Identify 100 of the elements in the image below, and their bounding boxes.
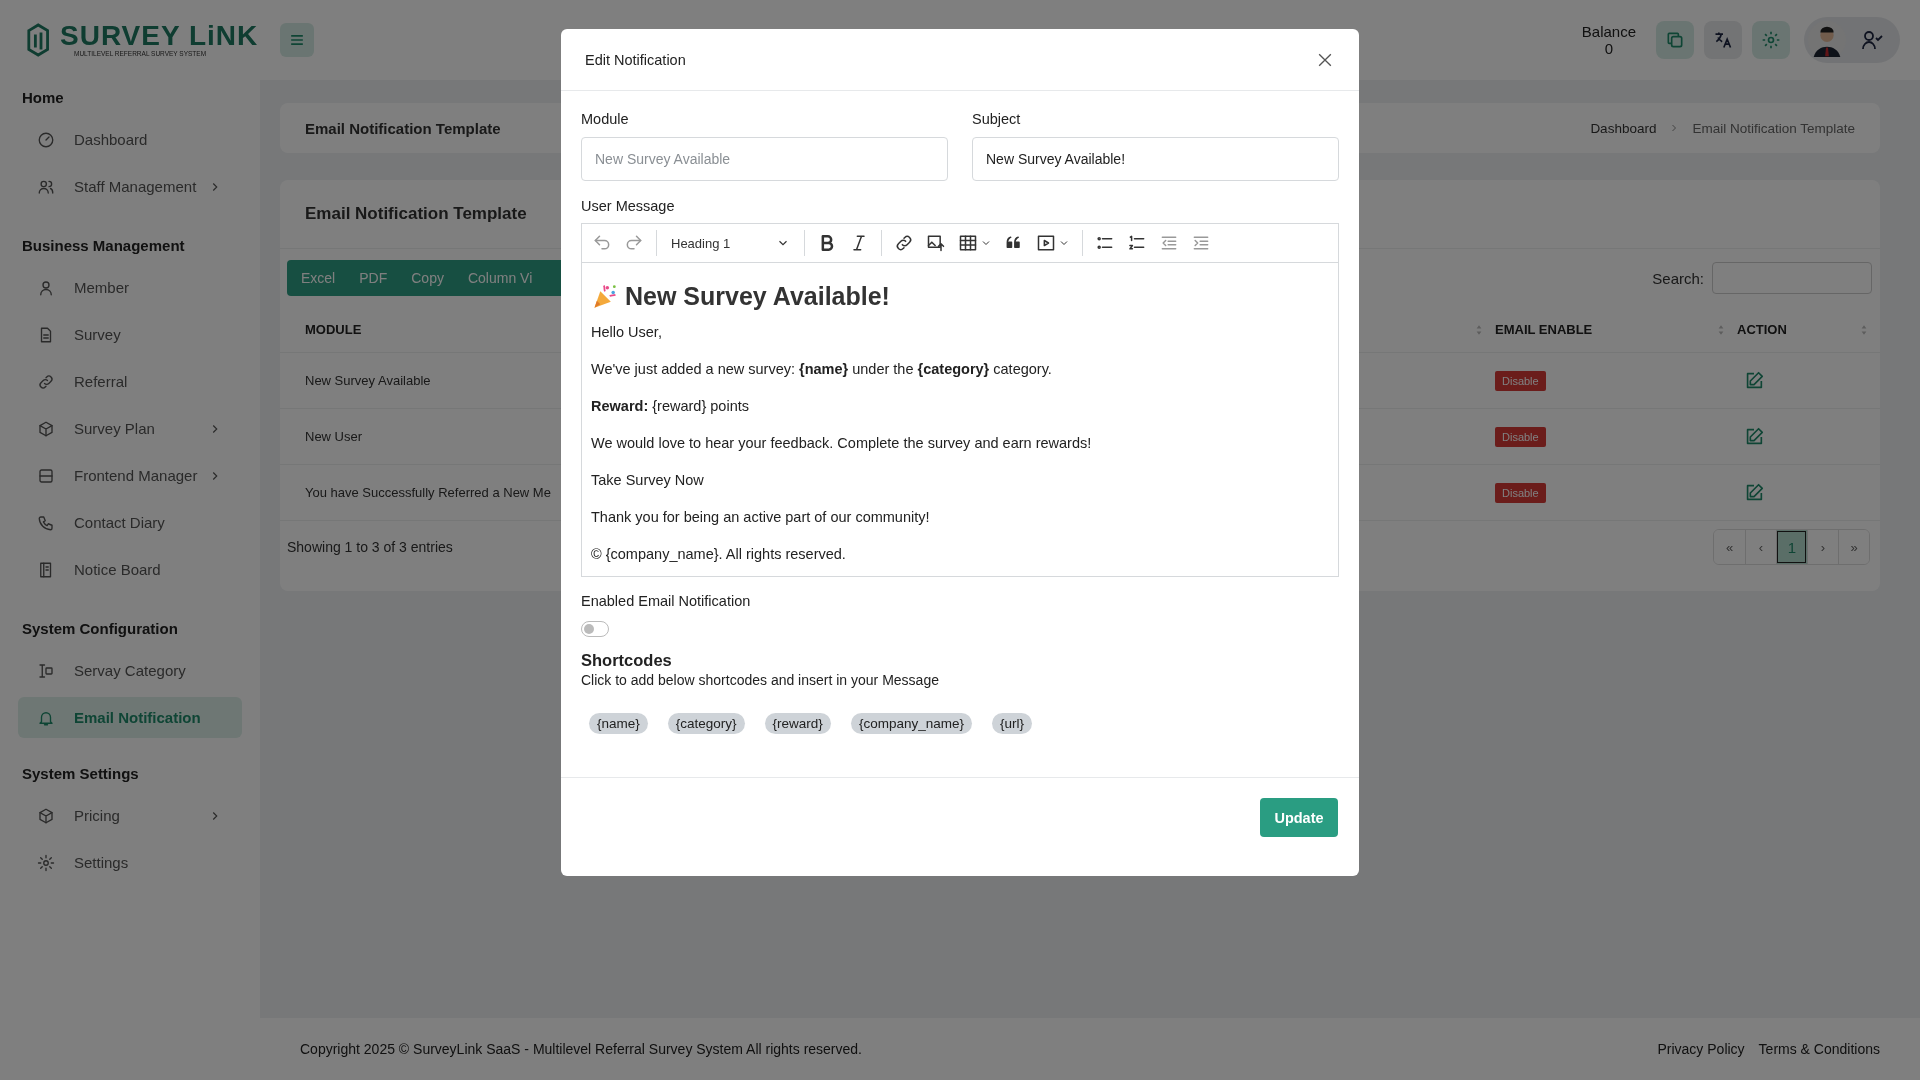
column-header[interactable]: EMAIL ENABLE (1495, 322, 1593, 337)
copy-button[interactable] (1656, 21, 1694, 59)
sidebar-label: Survey (74, 326, 122, 343)
image-upload-icon[interactable] (926, 233, 946, 253)
sidebar-item[interactable]: Settings (18, 839, 242, 886)
status-badge: Disable (1495, 482, 1546, 503)
editor-paragraph: We've just added a new survey: {name} under the {category} category. (591, 360, 1053, 379)
link-icon[interactable] (894, 233, 914, 253)
sidebar-label: Settings (74, 854, 130, 871)
section-heading: System Configuration (21, 619, 179, 639)
footer-link[interactable]: Terms & Conditions (1758, 1041, 1880, 1057)
search-field[interactable] (1712, 262, 1872, 294)
field-label: User Message (581, 198, 675, 214)
table-info: Showing 1 to 3 of 3 entries (287, 539, 453, 555)
settings-button[interactable] (1752, 21, 1790, 59)
copy-icon (1665, 30, 1685, 50)
field-label: Module (581, 111, 630, 127)
update-button[interactable]: Update (1260, 798, 1338, 837)
subject-field[interactable]: New Survey Available! (972, 137, 1339, 181)
sidebar-item[interactable]: Staff Management (18, 163, 242, 210)
sidebar-label: Member (74, 279, 130, 296)
editor-paragraph: Thank you for being an active part of our community! (591, 508, 931, 527)
menu-button[interactable] (280, 23, 314, 57)
link-icon (37, 372, 55, 391)
table-cell: You have Successfully Referred a New Me (305, 485, 551, 500)
sidebar-item[interactable]: Email Notification (18, 697, 242, 738)
section-description: Click to add below shortcodes and insert in your Message (581, 672, 939, 688)
sidebar-label: Survey Plan (74, 420, 156, 437)
export-button[interactable]: Column Vi (455, 260, 545, 296)
sidebar-item[interactable]: Servay Category (18, 647, 242, 694)
gauge-icon (37, 130, 55, 149)
heading-select[interactable]: Heading 1 (669, 235, 792, 251)
footer-link[interactable]: Privacy Policy (1657, 1041, 1745, 1057)
status-badge: Disable (1495, 370, 1546, 391)
category-icon (37, 661, 55, 680)
sidebar-item[interactable]: Contact Diary (18, 499, 242, 546)
copyright-text: Copyright 2025 © SurveyLink SaaS - Multilevel Referral Survey System All rights reserved. (300, 1041, 862, 1057)
search-label: Search: (1652, 269, 1704, 287)
page-title: Email Notification Template (305, 119, 501, 137)
sidebar-item[interactable]: Pricing (18, 792, 242, 839)
table-cell: New Survey Available (305, 373, 431, 388)
cube-icon (37, 806, 55, 825)
profile-button[interactable] (1804, 17, 1900, 63)
sidebar-item[interactable]: Survey (18, 311, 242, 358)
user-icon (37, 278, 55, 297)
balance-value: 0 (1604, 40, 1614, 57)
table-icon[interactable] (958, 233, 978, 253)
section-heading: Business Management (21, 236, 186, 256)
sidebar-item[interactable]: Referral (18, 358, 242, 405)
sidebar-label: Dashboard (74, 131, 149, 148)
numbered-list-icon[interactable] (1127, 233, 1147, 253)
sidebar-item[interactable]: Survey Plan (18, 405, 242, 452)
editor-paragraph: © {company_name}. All rights reserved. (591, 545, 847, 564)
translate-icon (1713, 30, 1733, 50)
card-title: Email Notification Template (305, 204, 527, 224)
column-header[interactable]: ACTION (1737, 322, 1787, 337)
section-heading: System Settings (21, 764, 140, 784)
sidebar-item[interactable]: Member (18, 264, 242, 311)
undo-icon[interactable] (592, 233, 612, 253)
cube-icon (37, 419, 55, 438)
shortcode-chip[interactable]: {category} (667, 713, 745, 734)
language-button[interactable] (1704, 21, 1742, 59)
sidebar-label: Pricing (74, 807, 121, 824)
settings-icon (37, 853, 55, 872)
phone-icon (37, 513, 55, 532)
sidebar-label: Notice Board (74, 561, 162, 578)
export-button[interactable]: PDF (347, 260, 400, 296)
media-icon[interactable] (1036, 233, 1056, 253)
shortcode-chip[interactable]: {name} (589, 713, 648, 734)
page-button[interactable]: 1 (1776, 530, 1807, 564)
sidebar-label: Referral (74, 373, 129, 390)
editor-paragraph: Hello User, (591, 323, 663, 342)
sidebar-item[interactable]: Frontend Manager (18, 452, 242, 499)
sidebar-item[interactable]: Dashboard (18, 116, 242, 163)
sidebar-item[interactable]: Notice Board (18, 546, 242, 593)
indent-icon[interactable] (1191, 233, 1211, 253)
notification-toggle[interactable] (581, 621, 609, 637)
shortcode-chip[interactable]: {url} (991, 713, 1032, 734)
shortcode-chip[interactable]: {reward} (764, 713, 831, 734)
sidebar-label: Servay Category (74, 662, 187, 679)
export-button[interactable]: Excel (287, 260, 348, 296)
outdent-icon[interactable] (1159, 233, 1179, 253)
breadcrumb-current: Email Notification Template (1692, 120, 1855, 136)
field-label: Subject (972, 111, 1022, 127)
layout-icon (37, 466, 55, 485)
modal-title: Edit Notification (585, 51, 686, 68)
editor-heading: New Survey Available! (625, 281, 890, 311)
balance-label: Balance (1581, 23, 1636, 40)
shortcode-chip[interactable]: {company_name} (850, 713, 972, 734)
column-header[interactable]: MODULE (305, 322, 362, 337)
user-check-icon (1860, 28, 1884, 52)
module-field[interactable]: New Survey Available (581, 137, 948, 181)
editor-paragraph: We would love to hear your feedback. Complete the survey and earn rewards! (591, 434, 1093, 453)
page-button[interactable]: » (1838, 530, 1869, 564)
export-button[interactable]: Copy (399, 260, 456, 296)
section-title: Shortcodes (581, 651, 672, 670)
breadcrumb-link[interactable]: Dashboard (1590, 120, 1657, 136)
sidebar-label: Staff Management (74, 178, 198, 195)
editor-paragraph: Take Survey Now (591, 471, 705, 490)
redo-icon[interactable] (624, 233, 644, 253)
